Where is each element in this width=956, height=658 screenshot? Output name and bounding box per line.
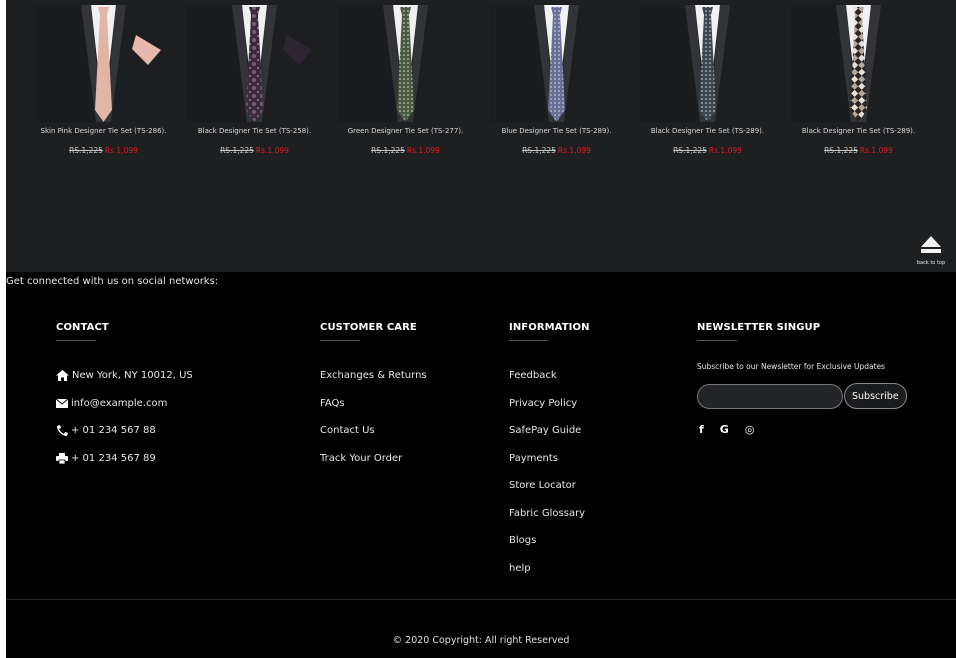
contact-address: New York, NY 10012, US	[56, 362, 193, 390]
back-to-top-button[interactable]: back to top	[912, 234, 950, 266]
sale-price: Rs.1,099	[104, 146, 138, 155]
link-faqs[interactable]: FAQs	[320, 390, 427, 418]
product-price: RS.1,225 Rs.1,099	[187, 146, 322, 155]
sale-price: Rs.1,099	[859, 146, 893, 155]
product-name[interactable]: Skin Pink Designer Tie Set (TS-286).	[36, 125, 171, 138]
copyright-text: © 2020 Copyright: All right Reserved	[392, 635, 570, 646]
contact-column: CONTACT New York, NY 10012, US info@exam…	[56, 322, 193, 472]
product-price: RS.1,225 Rs.1,099	[640, 146, 775, 155]
link-privacy-policy[interactable]: Privacy Policy	[509, 390, 590, 418]
customer-care-column: CUSTOMER CARE Exchanges & Returns FAQs C…	[320, 322, 427, 472]
link-help[interactable]: help	[509, 555, 590, 583]
printer-icon	[56, 452, 68, 464]
link-contact-us[interactable]: Contact Us	[320, 417, 427, 445]
footer: Get connected with us on social networks…	[6, 272, 956, 658]
newsletter-title: NEWSLETTER SINGUP	[697, 322, 821, 333]
social-icons: f G ◎	[697, 423, 907, 436]
information-title-underline	[509, 340, 549, 341]
product-name[interactable]: Black Designer Tie Set (TS-258).	[187, 125, 322, 138]
newsletter-column: NEWSLETTER SINGUP Subscribe to our Newsl…	[697, 322, 907, 436]
customer-care-title: CUSTOMER CARE	[320, 322, 417, 333]
product-price: RS.1,225 Rs.1,099	[338, 146, 473, 155]
product-image[interactable]	[187, 5, 322, 122]
link-track-order[interactable]: Track Your Order	[320, 445, 427, 473]
old-price: RS.1,225	[824, 146, 858, 155]
link-fabric-glossary[interactable]: Fabric Glossary	[509, 500, 590, 528]
page: Skin Pink Designer Tie Set (TS-286). RS.1…	[0, 0, 956, 658]
information-title: INFORMATION	[509, 322, 590, 333]
product-name[interactable]: Black Designer Tie Set (TS-289).	[791, 125, 926, 138]
contact-title: CONTACT	[56, 322, 109, 333]
product-price: RS.1,225 Rs.1,099	[36, 146, 171, 155]
footer-divider	[6, 599, 956, 600]
contact-email: info@example.com	[56, 390, 193, 418]
product-card[interactable]: Skin Pink Designer Tie Set (TS-286). RS.1…	[36, 5, 171, 155]
envelope-icon	[56, 398, 68, 408]
old-price: RS.1,225	[69, 146, 103, 155]
product-image[interactable]	[36, 5, 171, 122]
product-image[interactable]	[338, 5, 473, 122]
product-name[interactable]: Black Designer Tie Set (TS-289).	[640, 125, 775, 138]
product-card[interactable]: Black Designer Tie Set (TS-258). RS.1,225…	[187, 5, 322, 155]
sale-price: Rs.1,099	[557, 146, 591, 155]
product-name[interactable]: Green Designer Tie Set (TS-277).	[338, 125, 473, 138]
products-section: Skin Pink Designer Tie Set (TS-286). RS.1…	[6, 0, 956, 272]
contact-phone: + 01 234 567 88	[56, 417, 193, 445]
product-name[interactable]: Blue Designer Tie Set (TS-289).	[489, 125, 624, 138]
subscribe-button[interactable]: Subscribe	[844, 383, 907, 409]
sale-price: Rs.1,099	[255, 146, 289, 155]
sale-price: Rs.1,099	[708, 146, 742, 155]
link-feedback[interactable]: Feedback	[509, 362, 590, 390]
old-price: RS.1,225	[220, 146, 254, 155]
contact-title-underline	[56, 340, 96, 341]
information-column: INFORMATION Feedback Privacy Policy Safe…	[509, 322, 590, 582]
product-card[interactable]: Black Designer Tie Set (TS-289). RS.1,225…	[791, 5, 926, 155]
product-card[interactable]: Blue Designer Tie Set (TS-289). RS.1,225 R…	[489, 5, 624, 155]
product-price: RS.1,225 Rs.1,099	[791, 146, 926, 155]
link-store-locator[interactable]: Store Locator	[509, 472, 590, 500]
link-blogs[interactable]: Blogs	[509, 527, 590, 555]
sale-price: Rs.1,099	[406, 146, 440, 155]
link-safepay-guide[interactable]: SafePay Guide	[509, 417, 590, 445]
instagram-icon[interactable]: ◎	[745, 423, 755, 436]
newsletter-form: Subscribe	[697, 383, 907, 409]
product-image[interactable]	[640, 5, 775, 122]
home-icon	[56, 370, 69, 382]
product-image[interactable]	[791, 5, 926, 122]
social-networks-text: Get connected with us on social networks…	[6, 276, 219, 287]
link-exchanges-returns[interactable]: Exchanges & Returns	[320, 362, 427, 390]
product-card[interactable]: Green Designer Tie Set (TS-277). RS.1,225…	[338, 5, 473, 155]
product-image[interactable]	[489, 5, 624, 122]
old-price: RS.1,225	[371, 146, 405, 155]
contact-fax: + 01 234 567 89	[56, 445, 193, 473]
product-price: RS.1,225 Rs.1,099	[489, 146, 624, 155]
eject-icon	[921, 236, 941, 253]
product-grid: Skin Pink Designer Tie Set (TS-286). RS.1…	[36, 5, 926, 155]
newsletter-email-input[interactable]	[697, 383, 843, 409]
customer-care-title-underline	[320, 340, 360, 341]
old-price: RS.1,225	[673, 146, 707, 155]
newsletter-title-underline	[697, 340, 737, 341]
facebook-icon[interactable]: f	[699, 423, 704, 436]
google-icon[interactable]: G	[720, 423, 729, 436]
newsletter-text: Subscribe to our Newsletter for Exclusiv…	[697, 362, 886, 371]
old-price: RS.1,225	[522, 146, 556, 155]
phone-icon	[57, 425, 68, 437]
back-to-top-label: back to top	[916, 260, 946, 266]
product-card[interactable]: Black Designer Tie Set (TS-289). RS.1,225…	[640, 5, 775, 155]
link-payments[interactable]: Payments	[509, 445, 590, 473]
